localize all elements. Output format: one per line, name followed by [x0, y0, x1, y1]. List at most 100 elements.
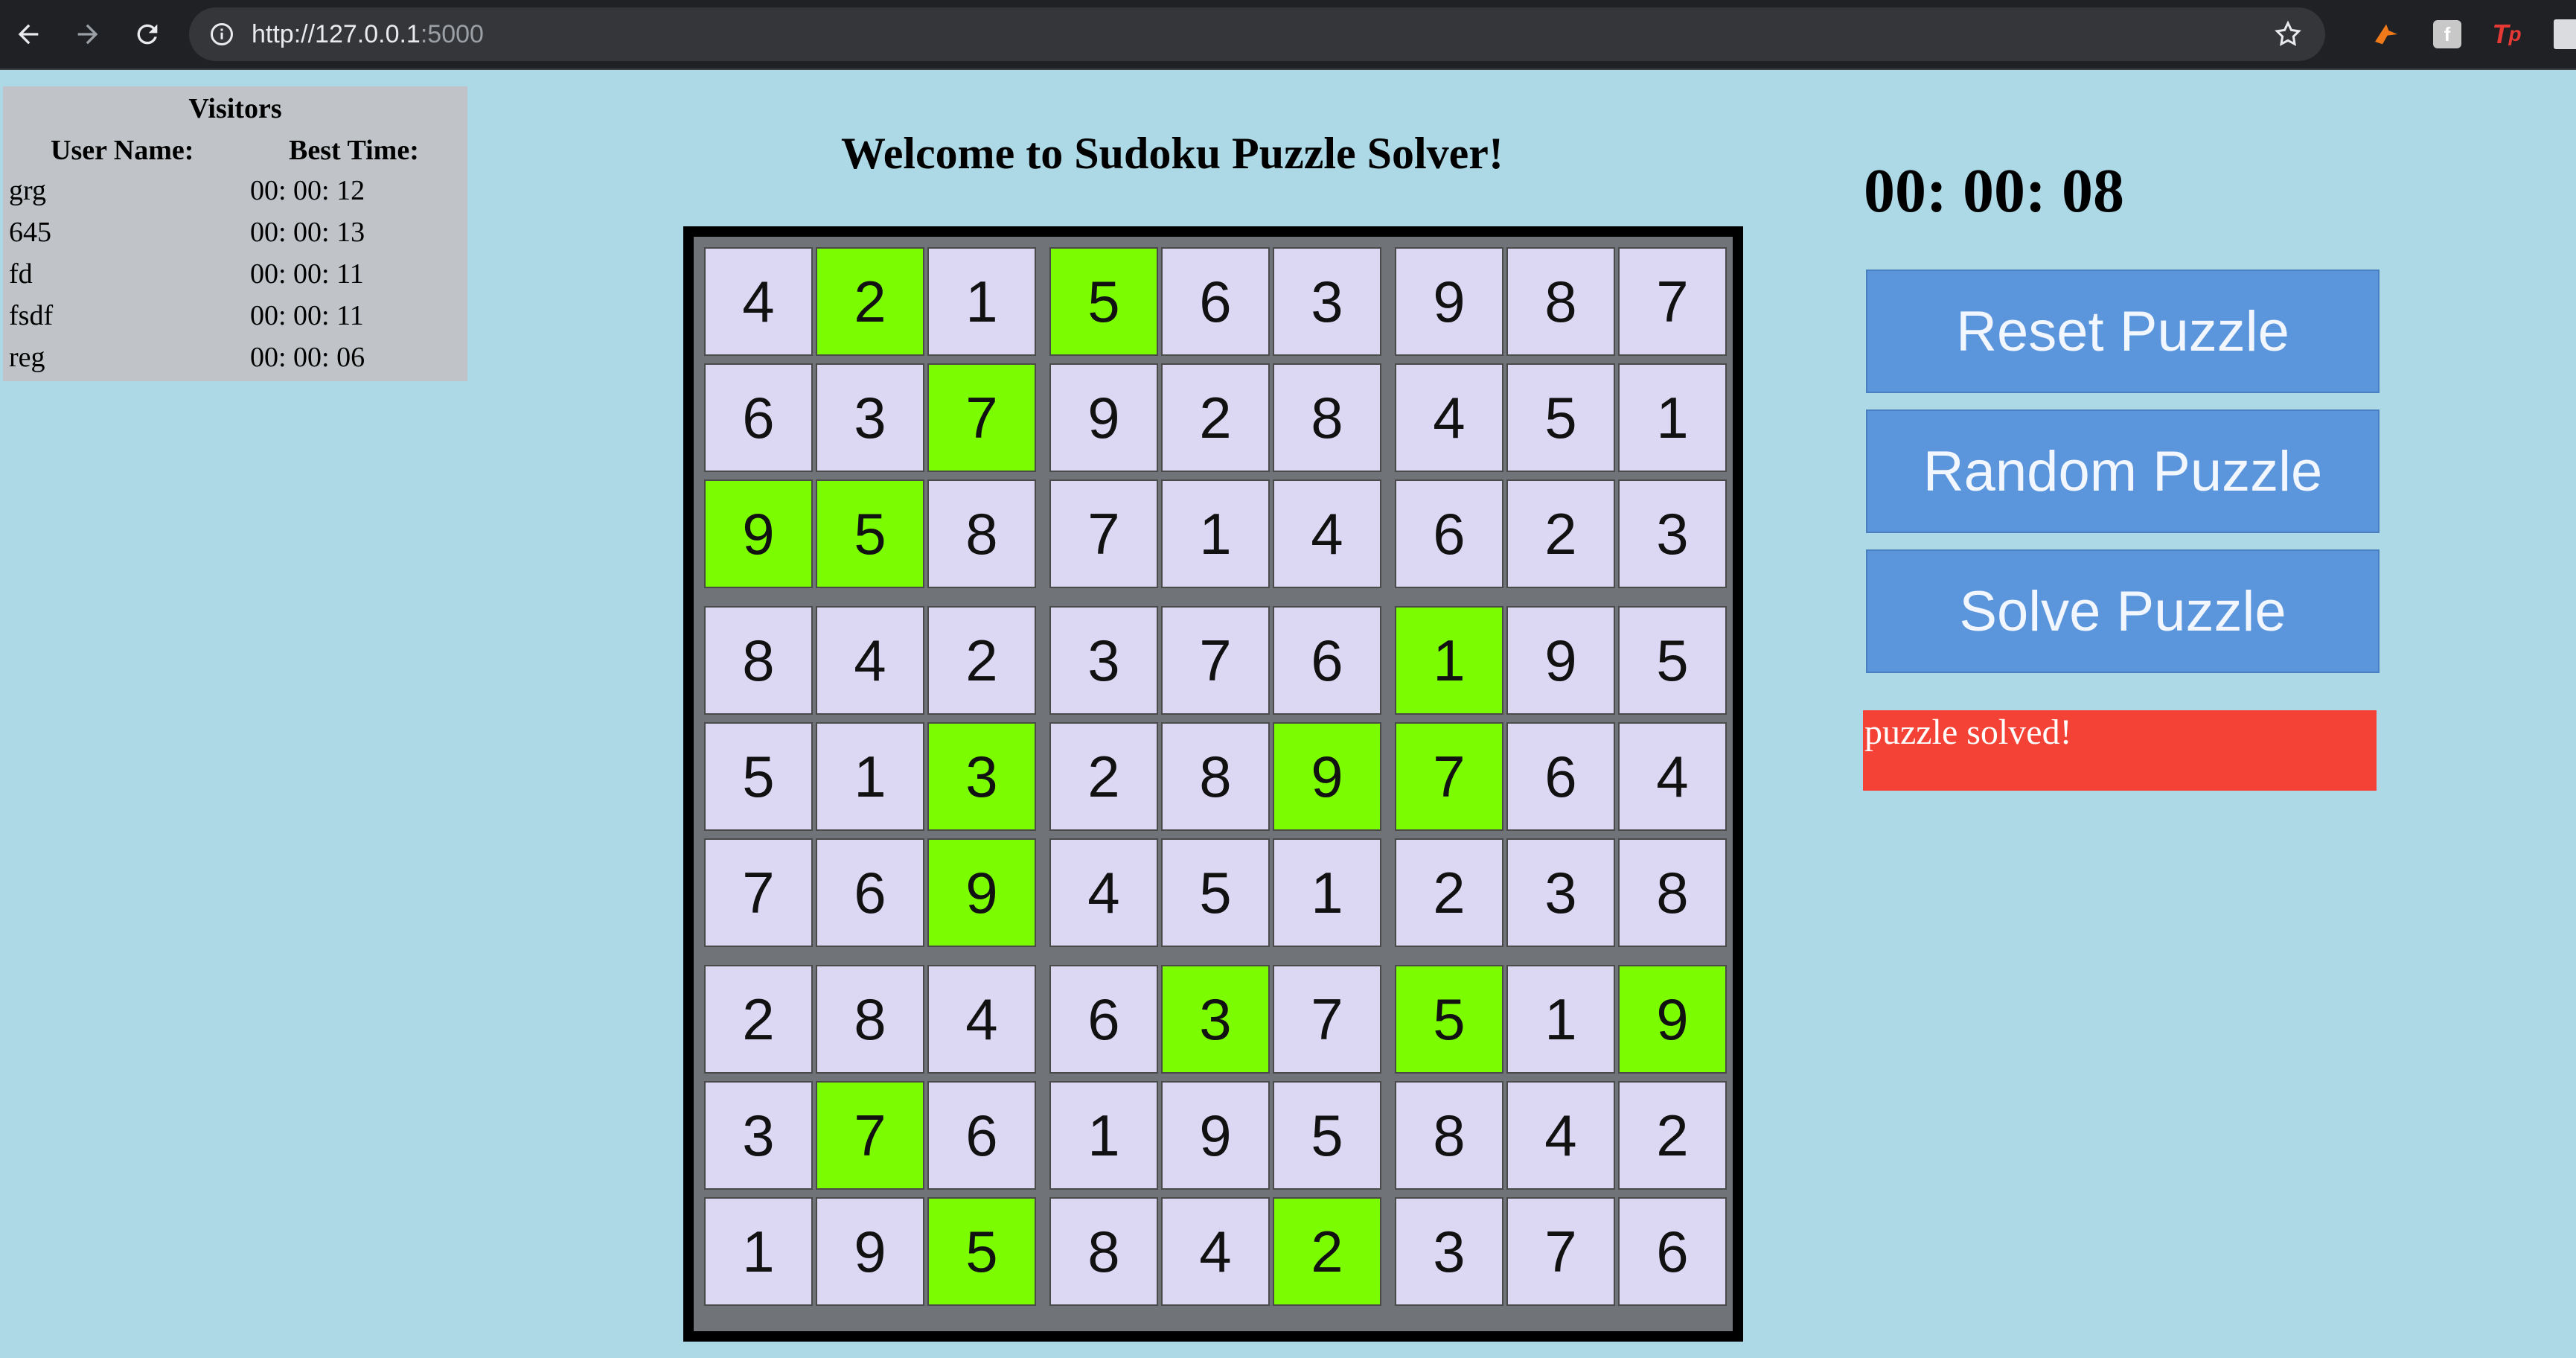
sudoku-cell-r5c8[interactable]: 6 — [1506, 722, 1615, 831]
sudoku-cell-r3c3[interactable]: 8 — [927, 479, 1036, 588]
reset-puzzle-button[interactable]: Reset Puzzle — [1866, 270, 2380, 393]
sudoku-cell-r4c4[interactable]: 3 — [1049, 606, 1158, 715]
sudoku-cell-r7c8[interactable]: 1 — [1506, 965, 1615, 1074]
sudoku-cell-r3c9[interactable]: 3 — [1618, 479, 1727, 588]
sudoku-cell-r5c1[interactable]: 5 — [704, 722, 813, 831]
sudoku-cell-r6c7[interactable]: 2 — [1395, 838, 1503, 947]
sudoku-cell-r1c6[interactable]: 3 — [1273, 247, 1381, 356]
sudoku-cell-r2c6[interactable]: 8 — [1273, 363, 1381, 472]
sudoku-cell-r2c8[interactable]: 5 — [1506, 363, 1615, 472]
sudoku-cell-r3c2[interactable]: 5 — [816, 479, 924, 588]
sudoku-cell-r2c7[interactable]: 4 — [1395, 363, 1503, 472]
extension-orange-icon[interactable] — [2370, 18, 2403, 51]
sudoku-cell-r6c5[interactable]: 5 — [1161, 838, 1270, 947]
sudoku-cell-r5c6[interactable]: 9 — [1273, 722, 1381, 831]
sudoku-cell-r8c6[interactable]: 5 — [1273, 1081, 1381, 1190]
sudoku-cell-r4c5[interactable]: 7 — [1161, 606, 1270, 715]
sudoku-cell-r7c7[interactable]: 5 — [1395, 965, 1503, 1074]
sudoku-cell-r5c2[interactable]: 1 — [816, 722, 924, 831]
sudoku-cell-r7c3[interactable]: 4 — [927, 965, 1036, 1074]
sudoku-cell-r4c8[interactable]: 9 — [1506, 606, 1615, 715]
visitor-name: reg — [9, 342, 45, 373]
sudoku-cell-r4c9[interactable]: 5 — [1618, 606, 1727, 715]
sudoku-cell-r8c3[interactable]: 6 — [927, 1081, 1036, 1190]
sudoku-cell-r8c7[interactable]: 8 — [1395, 1081, 1503, 1190]
sudoku-cell-r5c9[interactable]: 4 — [1618, 722, 1727, 831]
reload-button[interactable] — [124, 10, 171, 58]
back-button[interactable] — [4, 10, 52, 58]
sudoku-cell-r7c1[interactable]: 2 — [704, 965, 813, 1074]
sudoku-cell-r9c1[interactable]: 1 — [704, 1197, 813, 1306]
sudoku-cell-r5c3[interactable]: 3 — [927, 722, 1036, 831]
sudoku-cell-r7c4[interactable]: 6 — [1049, 965, 1158, 1074]
sudoku-cell-r1c7[interactable]: 9 — [1395, 247, 1503, 356]
sudoku-cell-r1c3[interactable]: 1 — [927, 247, 1036, 356]
sudoku-cell-r1c1[interactable]: 4 — [704, 247, 813, 356]
sudoku-cell-r8c8[interactable]: 4 — [1506, 1081, 1615, 1190]
sudoku-cell-r3c5[interactable]: 1 — [1161, 479, 1270, 588]
extension-page-icon[interactable] — [2550, 18, 2576, 51]
sudoku-cell-r8c1[interactable]: 3 — [704, 1081, 813, 1190]
sudoku-cell-r8c4[interactable]: 1 — [1049, 1081, 1158, 1190]
sudoku-cell-r9c4[interactable]: 8 — [1049, 1197, 1158, 1306]
sudoku-cell-r5c7[interactable]: 7 — [1395, 722, 1503, 831]
timer: 00: 00: 08 — [1864, 156, 2124, 226]
sudoku-cell-r9c8[interactable]: 7 — [1506, 1197, 1615, 1306]
sudoku-cell-r4c7[interactable]: 1 — [1395, 606, 1503, 715]
sudoku-cell-r6c9[interactable]: 8 — [1618, 838, 1727, 947]
sudoku-cell-r2c1[interactable]: 6 — [704, 363, 813, 472]
sudoku-cell-r3c4[interactable]: 7 — [1049, 479, 1158, 588]
forward-button[interactable] — [64, 10, 112, 58]
sudoku-cell-r7c6[interactable]: 7 — [1273, 965, 1381, 1074]
sudoku-cell-r1c9[interactable]: 7 — [1618, 247, 1727, 356]
sudoku-cell-r3c8[interactable]: 2 — [1506, 479, 1615, 588]
best-time-header: Best Time: — [289, 135, 419, 166]
sudoku-cell-r1c2[interactable]: 2 — [816, 247, 924, 356]
sudoku-cell-r6c4[interactable]: 4 — [1049, 838, 1158, 947]
sudoku-cell-r1c4[interactable]: 5 — [1049, 247, 1158, 356]
random-puzzle-button[interactable]: Random Puzzle — [1866, 409, 2380, 533]
sudoku-cell-r9c3[interactable]: 5 — [927, 1197, 1036, 1306]
sudoku-cell-r6c6[interactable]: 1 — [1273, 838, 1381, 947]
sudoku-cell-r8c2[interactable]: 7 — [816, 1081, 924, 1190]
sudoku-cell-r2c2[interactable]: 3 — [816, 363, 924, 472]
sudoku-cell-r4c2[interactable]: 4 — [816, 606, 924, 715]
sudoku-cell-r9c9[interactable]: 6 — [1618, 1197, 1727, 1306]
sudoku-cell-r2c5[interactable]: 2 — [1161, 363, 1270, 472]
sudoku-cell-r2c3[interactable]: 7 — [927, 363, 1036, 472]
sudoku-cell-r3c7[interactable]: 6 — [1395, 479, 1503, 588]
sudoku-cell-r8c5[interactable]: 9 — [1161, 1081, 1270, 1190]
sudoku-cell-r2c4[interactable]: 9 — [1049, 363, 1158, 472]
forward-arrow-icon — [77, 24, 98, 45]
sudoku-cell-r8c9[interactable]: 2 — [1618, 1081, 1727, 1190]
solve-puzzle-button[interactable]: Solve Puzzle — [1866, 549, 2380, 673]
sudoku-cell-r4c3[interactable]: 2 — [927, 606, 1036, 715]
sudoku-cell-r7c2[interactable]: 8 — [816, 965, 924, 1074]
sudoku-cell-r9c7[interactable]: 3 — [1395, 1197, 1503, 1306]
sudoku-cell-r1c5[interactable]: 6 — [1161, 247, 1270, 356]
extension-tp-icon[interactable]: Tp — [2490, 18, 2523, 51]
status-message: puzzle solved! — [1863, 710, 2377, 791]
sudoku-cell-r4c1[interactable]: 8 — [704, 606, 813, 715]
sudoku-cell-r4c6[interactable]: 6 — [1273, 606, 1381, 715]
sudoku-cell-r9c6[interactable]: 2 — [1273, 1197, 1381, 1306]
sudoku-cell-r9c5[interactable]: 4 — [1161, 1197, 1270, 1306]
bookmark-star-icon[interactable] — [2273, 19, 2303, 49]
sudoku-cell-r6c3[interactable]: 9 — [927, 838, 1036, 947]
sudoku-cell-r7c5[interactable]: 3 — [1161, 965, 1270, 1074]
sudoku-cell-r7c9[interactable]: 9 — [1618, 965, 1727, 1074]
sudoku-cell-r9c2[interactable]: 9 — [816, 1197, 924, 1306]
extension-grey-icon[interactable]: f — [2431, 18, 2464, 51]
sudoku-cell-r3c1[interactable]: 9 — [704, 479, 813, 588]
address-bar[interactable]: http://127.0.0.1:5000 — [189, 7, 2325, 61]
sudoku-cell-r6c2[interactable]: 6 — [816, 838, 924, 947]
sudoku-cell-r3c6[interactable]: 4 — [1273, 479, 1381, 588]
sudoku-cell-r5c5[interactable]: 8 — [1161, 722, 1270, 831]
sudoku-cell-r6c1[interactable]: 7 — [704, 838, 813, 947]
sudoku-grid: 4215639876379284519587146238423761955132… — [694, 237, 1733, 1331]
sudoku-cell-r1c8[interactable]: 8 — [1506, 247, 1615, 356]
sudoku-cell-r5c4[interactable]: 2 — [1049, 722, 1158, 831]
sudoku-cell-r2c9[interactable]: 1 — [1618, 363, 1727, 472]
visitor-row: grg 00: 00: 12 — [3, 174, 467, 216]
sudoku-cell-r6c8[interactable]: 3 — [1506, 838, 1615, 947]
